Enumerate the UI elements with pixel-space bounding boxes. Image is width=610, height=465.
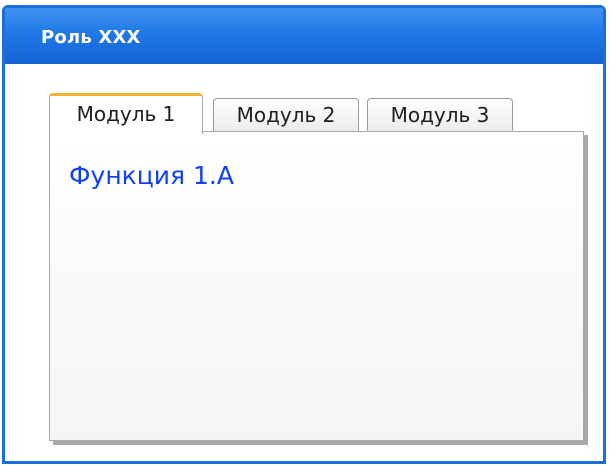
tab-panel-module-1: Функция 1.А	[49, 131, 584, 441]
title-bar: Роль XXX	[5, 8, 603, 64]
window-title: Роль XXX	[41, 27, 141, 48]
tab-module-3[interactable]: Модуль 3	[367, 98, 513, 132]
function-1a-link[interactable]: Функция 1.А	[69, 161, 234, 190]
role-window: Роль XXX Модуль 1 Модуль 2 Модуль 3 Функ…	[2, 5, 606, 464]
tab-module-2[interactable]: Модуль 2	[213, 98, 359, 132]
tab-module-1[interactable]: Модуль 1	[49, 93, 203, 134]
